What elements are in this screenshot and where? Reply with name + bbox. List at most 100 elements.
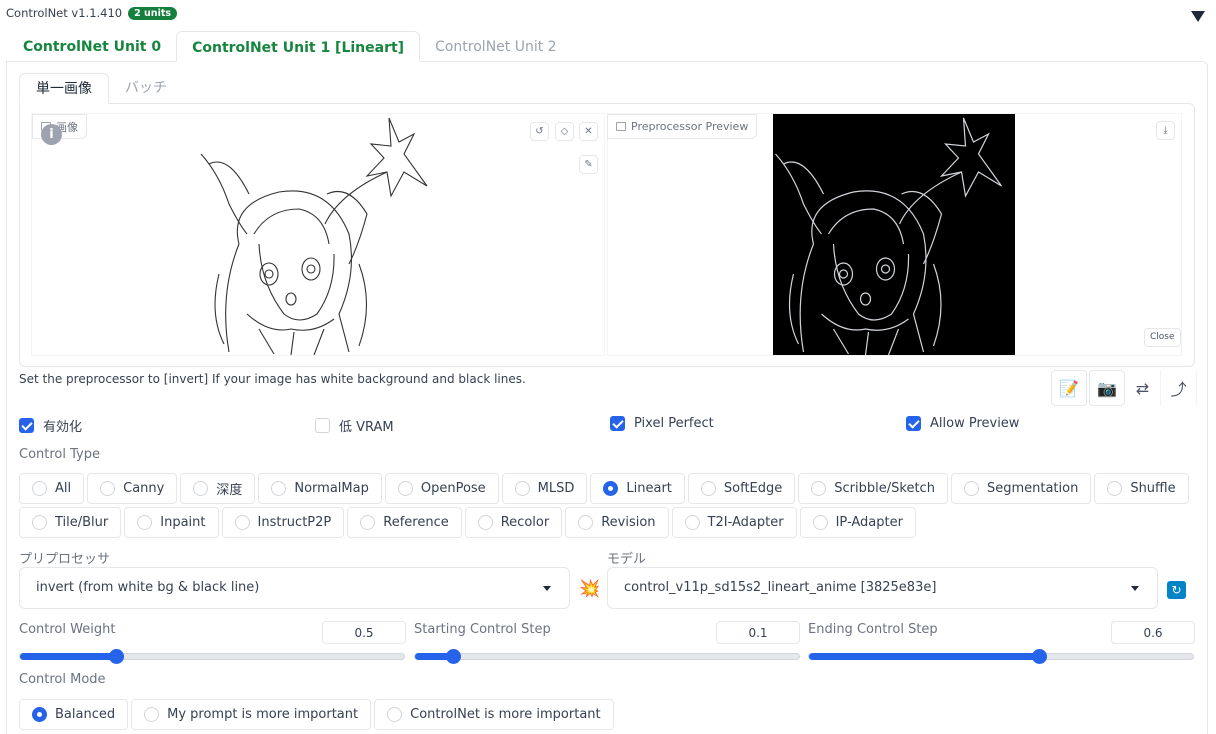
radio-button[interactable] — [397, 481, 413, 496]
control-type-option-revision[interactable]: Revision — [565, 507, 669, 538]
control-type-option-label: MLSD — [537, 481, 575, 496]
control-mode-label: Control Mode — [19, 672, 106, 687]
control-mode-option-controlnet-is-more-important[interactable]: ControlNet is more important — [374, 699, 614, 730]
enable-check[interactable] — [19, 418, 34, 433]
control-weight-thumb[interactable] — [109, 649, 124, 664]
control-type-option-openpose[interactable]: OpenPose — [384, 473, 499, 504]
radio-button[interactable] — [234, 515, 250, 530]
allow-preview-checkbox[interactable]: Allow Preview — [906, 416, 1019, 431]
radio-button[interactable] — [387, 707, 403, 722]
allow-preview-check[interactable] — [906, 416, 921, 431]
control-type-option-t2i-adapter[interactable]: T2I-Adapter — [671, 507, 797, 538]
refresh-icon[interactable]: ↻ — [1167, 581, 1186, 599]
control-weight-input[interactable]: 0.5 — [322, 621, 406, 644]
radio-button[interactable] — [812, 515, 828, 530]
radio-button[interactable] — [700, 481, 716, 496]
run-preprocessor-icon[interactable]: 💥 — [579, 579, 600, 599]
low-vram-checkbox[interactable]: 低 VRAM — [315, 416, 394, 435]
control-type-option-softedge[interactable]: SoftEdge — [687, 473, 796, 504]
radio-button[interactable] — [100, 481, 116, 496]
ending-step-fill — [809, 653, 1040, 660]
enable-label: 有効化 — [43, 420, 83, 435]
radio-button[interactable] — [271, 481, 287, 496]
control-type-option-mlsd[interactable]: MLSD — [501, 473, 588, 504]
tab-unit-1[interactable]: ControlNet Unit 1 [Lineart] — [176, 31, 421, 62]
collapse-triangle-icon[interactable] — [1191, 11, 1205, 22]
ending-step-label: Ending Control Step — [808, 622, 938, 637]
send-icon[interactable]: ⤴ — [1161, 370, 1197, 406]
radio-button[interactable] — [1107, 481, 1123, 496]
radio-button[interactable] — [477, 515, 493, 530]
tab-unit-2[interactable]: ControlNet Unit 2 — [420, 31, 572, 62]
control-type-option-lineart[interactable]: Lineart — [590, 473, 685, 504]
radio-button[interactable] — [684, 515, 700, 530]
control-type-option-ip-adapter[interactable]: IP-Adapter — [799, 507, 916, 538]
radio-button[interactable] — [137, 515, 153, 530]
ending-step-input[interactable]: 0.6 — [1111, 621, 1195, 644]
control-type-option-label: Scribble/Sketch — [834, 481, 935, 496]
control-type-option-inpaint[interactable]: Inpaint — [124, 507, 219, 538]
radio-button[interactable] — [578, 515, 594, 530]
radio-button[interactable] — [193, 481, 209, 496]
close-preview-button[interactable]: Close — [1144, 328, 1181, 347]
control-weight-slider[interactable] — [19, 649, 405, 664]
control-type-option-normalmap[interactable]: NormalMap — [258, 473, 382, 504]
control-type-option-recolor[interactable]: Recolor — [464, 507, 563, 538]
preview-label-chip: Preprocessor Preview — [607, 114, 758, 139]
preprocessor-hint: Set the preprocessor to [invert] If your… — [19, 372, 526, 386]
control-type-option-scribble-sketch[interactable]: Scribble/Sketch — [798, 473, 948, 504]
pixel-perfect-checkbox[interactable]: Pixel Perfect — [610, 416, 714, 431]
download-icon[interactable]: ⤓ — [1156, 121, 1175, 140]
chevron-down-icon — [543, 586, 551, 591]
control-mode-option-balanced[interactable]: Balanced — [19, 699, 129, 730]
pixel-perfect-check[interactable] — [610, 416, 625, 431]
radio-button[interactable] — [32, 481, 47, 496]
pixel-perfect-label: Pixel Perfect — [634, 416, 714, 431]
control-type-option-shuffle[interactable]: Shuffle — [1094, 473, 1189, 504]
image-icon — [616, 122, 626, 131]
eraser-icon[interactable]: ◇ — [555, 122, 574, 141]
control-mode-option-label: ControlNet is more important — [410, 707, 601, 722]
control-type-option-instructp2p[interactable]: InstructP2P — [221, 507, 345, 538]
control-type-option-label: Tile/Blur — [55, 515, 109, 530]
sketch-drawing — [200, 117, 428, 356]
control-weight-label: Control Weight — [19, 622, 116, 637]
control-type-option-canny[interactable]: Canny — [87, 473, 178, 504]
edit-icon[interactable]: 📝 — [1051, 370, 1087, 406]
control-type-option-label: OpenPose — [420, 481, 486, 496]
controlnet-header[interactable]: ControlNet v1.1.410 2 units — [6, 6, 178, 20]
starting-step-label: Starting Control Step — [414, 622, 551, 637]
tab-batch[interactable]: バッチ — [109, 73, 183, 104]
starting-step-slider[interactable] — [414, 649, 800, 664]
control-type-option-reference[interactable]: Reference — [347, 507, 462, 538]
radio-button[interactable] — [603, 481, 619, 496]
tab-single-image[interactable]: 単一画像 — [19, 73, 109, 104]
control-type-option-tile-blur[interactable]: Tile/Blur — [19, 507, 122, 538]
radio-button[interactable] — [32, 707, 47, 722]
radio-button[interactable] — [144, 707, 160, 722]
radio-button[interactable] — [514, 481, 530, 496]
mode-tabs: 単一画像 バッチ — [19, 73, 183, 104]
clear-icon[interactable]: ✕ — [579, 122, 598, 141]
brush-icon[interactable]: ✎ — [579, 155, 598, 174]
model-dropdown[interactable]: control_v11p_sd15s2_lineart_anime [3825e… — [607, 567, 1158, 609]
undo-icon[interactable]: ↺ — [530, 122, 549, 141]
control-mode-option-my-prompt-is-more-important[interactable]: My prompt is more important — [131, 699, 372, 730]
preview-drawing — [775, 117, 1002, 356]
control-type-option-label: SoftEdge — [723, 481, 783, 496]
radio-button[interactable] — [963, 481, 979, 496]
radio-button[interactable] — [32, 515, 47, 530]
preprocessor-dropdown[interactable]: invert (from white bg & black line) — [19, 567, 570, 609]
radio-button[interactable] — [360, 515, 376, 530]
radio-button[interactable] — [811, 481, 827, 496]
control-type-option-all[interactable]: All — [19, 473, 85, 504]
swap-icon[interactable]: ⇄ — [1125, 370, 1161, 406]
starting-step-input[interactable]: 0.1 — [716, 621, 800, 644]
enable-checkbox[interactable]: 有効化 — [19, 416, 82, 435]
control-type-option-2[interactable]: 深度 — [180, 473, 256, 504]
ending-step-slider[interactable] — [808, 649, 1194, 664]
camera-icon[interactable]: 📷 — [1089, 370, 1125, 406]
control-type-option-segmentation[interactable]: Segmentation — [950, 473, 1092, 504]
low-vram-check[interactable] — [315, 418, 330, 433]
tab-unit-0[interactable]: ControlNet Unit 0 — [8, 31, 176, 62]
